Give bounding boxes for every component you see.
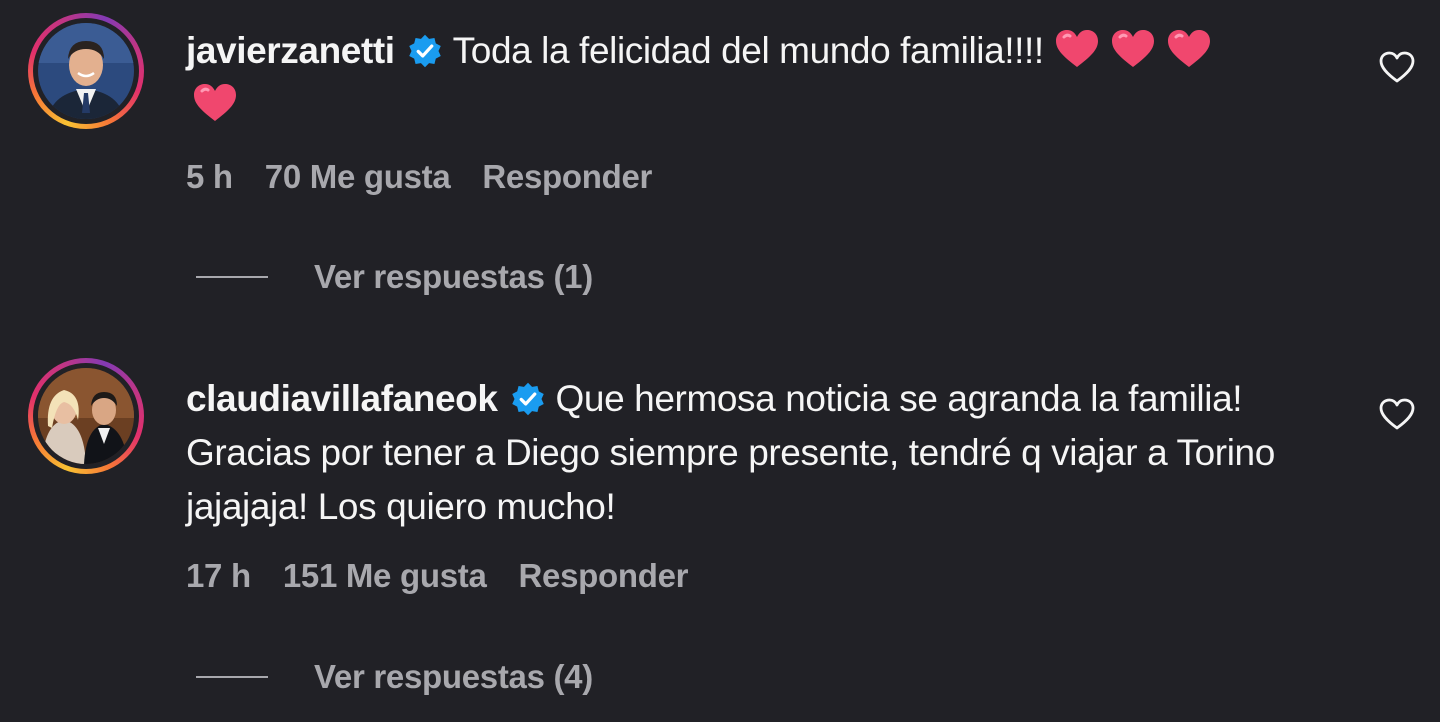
heart-outline-icon[interactable] <box>1378 397 1416 431</box>
comment-time: 5 h <box>186 158 233 195</box>
view-replies-label[interactable]: Ver respuestas (4) <box>314 658 593 696</box>
heart-emoji <box>1055 30 1098 67</box>
view-replies-label[interactable]: Ver respuestas (1) <box>314 258 593 296</box>
avatar-photo-couple <box>38 368 134 464</box>
comment-body: javierzanetti Toda la felicidad del mundo… <box>186 24 1316 132</box>
avatar-story-ring[interactable] <box>28 13 144 129</box>
comment-username[interactable]: claudiavillafaneok <box>186 378 498 419</box>
heart-emoji <box>194 84 236 121</box>
heart-emoji <box>1167 30 1210 67</box>
comment-likes[interactable]: 70 Me gusta <box>265 158 451 195</box>
comment-time: 17 h <box>186 557 251 594</box>
verified-badge-icon <box>511 382 544 416</box>
comments-list: javierzanetti Toda la felicidad del mundo… <box>0 0 1440 722</box>
avatar-photo-man-in-suit <box>38 23 134 119</box>
reply-button[interactable]: Responder <box>519 557 689 594</box>
view-replies-button[interactable]: Ver respuestas (1) <box>196 258 593 296</box>
avatar[interactable] <box>38 368 134 464</box>
heart-outline-icon[interactable] <box>1378 50 1416 84</box>
comment-likes[interactable]: 151 Me gusta <box>283 557 487 594</box>
avatar-ring-gap <box>33 363 139 469</box>
replies-divider-line <box>196 676 268 678</box>
comment-text: claudiavillafaneok Que hermosa noticia se… <box>186 372 1316 534</box>
comment-text: javierzanetti Toda la felicidad del mundo… <box>186 24 1316 132</box>
comment-username[interactable]: javierzanetti <box>186 30 395 71</box>
verified-badge-icon <box>408 34 441 68</box>
comment-meta: 5 h 70 Me gusta Responder <box>186 158 684 196</box>
replies-divider-line <box>196 276 268 278</box>
comment-message: Toda la felicidad del mundo familia!!!! <box>452 30 1045 71</box>
comment-meta: 17 h 151 Me gusta Responder <box>186 557 720 595</box>
reply-button[interactable]: Responder <box>482 158 652 195</box>
avatar[interactable] <box>38 23 134 119</box>
avatar-story-ring[interactable] <box>28 358 144 474</box>
comment-body: claudiavillafaneok Que hermosa noticia se… <box>186 372 1316 534</box>
heart-emoji <box>1111 30 1154 67</box>
view-replies-button[interactable]: Ver respuestas (4) <box>196 658 593 696</box>
avatar-ring-gap <box>33 18 139 124</box>
